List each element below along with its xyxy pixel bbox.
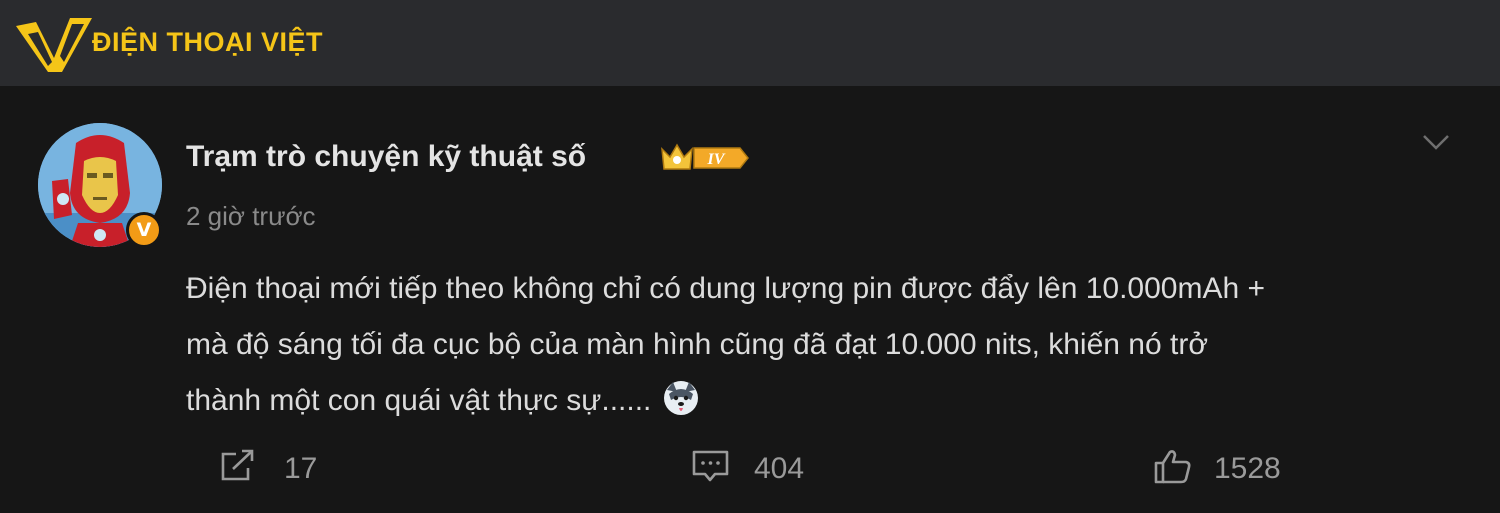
comment-count: 404 [754, 452, 805, 485]
content-line-text: thành một con quái vật thực sự...... [186, 384, 652, 417]
crown-level-badge-icon: IV [661, 143, 749, 170]
dog-emoji-icon [664, 381, 699, 415]
share-count: 17 [284, 452, 318, 485]
top-bar: ĐIỆN THOẠI VIỆT [0, 0, 1500, 86]
share-icon [221, 449, 254, 481]
post-content: Điện thoại mới tiếp theo không chỉ có du… [186, 261, 1466, 429]
chevron-down-icon[interactable] [1420, 130, 1452, 154]
content-line: Điện thoại mới tiếp theo không chỉ có du… [186, 272, 1266, 305]
comment-icon [692, 450, 729, 482]
brand-name[interactable]: ĐIỆN THOẠI VIỆT [92, 27, 323, 58]
content-line: thành một con quái vật thực sự...... [186, 373, 1466, 429]
like-button[interactable]: 1528 [1152, 444, 1302, 494]
post-time: 2 giờ trước [186, 201, 316, 231]
post-card: V Trạm trò chuyện kỹ thuật số IV 2 giờ t… [0, 86, 1500, 513]
level-badge-text: IV [707, 151, 726, 168]
v-logo-icon[interactable] [14, 12, 94, 74]
content-line: mà độ sáng tối đa cục bộ của màn hình cũ… [186, 328, 1209, 361]
share-button[interactable]: 17 [218, 444, 338, 494]
verified-badge: V [126, 212, 162, 248]
author-name[interactable]: Trạm trò chuyện kỹ thuật số [186, 140, 586, 174]
comment-button[interactable]: 404 [690, 444, 830, 494]
like-count: 1528 [1214, 452, 1281, 485]
thumbs-up-icon [1154, 450, 1191, 484]
